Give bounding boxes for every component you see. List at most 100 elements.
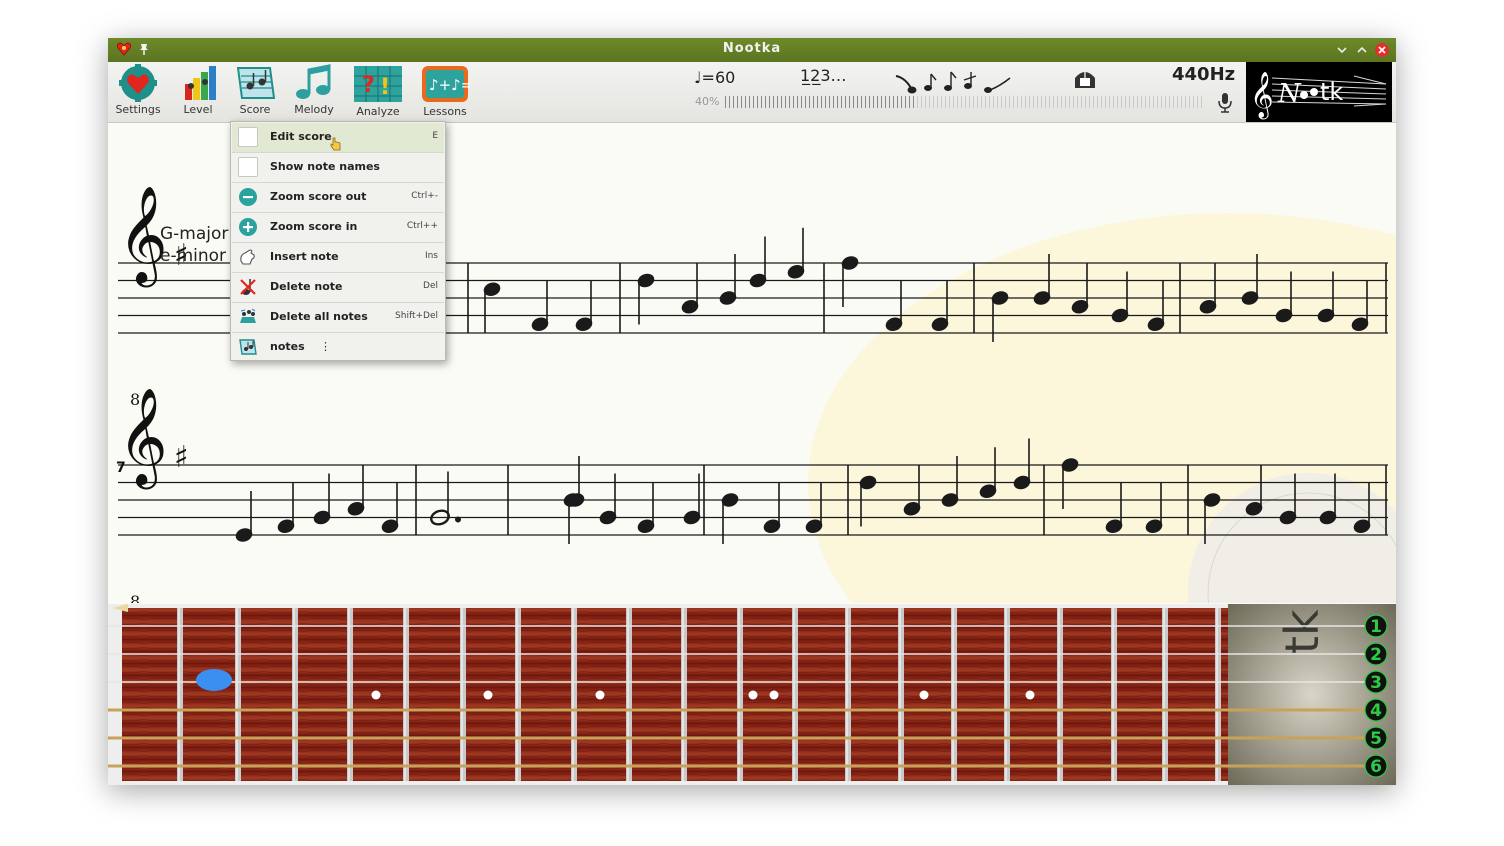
string-number: 2 <box>1370 645 1382 665</box>
count-in-display[interactable]: 1̲2̲3… <box>800 66 847 85</box>
fret-wire <box>792 608 798 781</box>
lessons-icon: ♪+♪= <box>422 66 470 102</box>
menu-item-zoom-out[interactable]: Zoom score out Ctrl+- <box>232 183 444 213</box>
svg-text:tk: tk <box>1320 78 1343 106</box>
fret-wire <box>235 608 241 781</box>
microphone-icon[interactable] <box>1216 92 1234 114</box>
string-number: 5 <box>1370 729 1382 749</box>
lessons-button[interactable]: ♪+♪= Lessons <box>415 64 475 120</box>
key-sharp-2: ♯ <box>174 440 189 475</box>
score-label: Score <box>239 103 271 116</box>
volume-fill <box>725 96 917 108</box>
fretboard-wood <box>122 608 1232 781</box>
fret-wire <box>845 608 851 781</box>
fret-wire <box>951 608 957 781</box>
fret-wire <box>347 608 353 781</box>
settings-heart-gear-icon <box>119 64 157 102</box>
menu-label-edit-score: Edit score <box>270 130 332 143</box>
menu-item-notes[interactable]: notes ⋮ <box>232 333 444 362</box>
menu-shortcut-zoom-in: Ctrl++ <box>406 221 438 231</box>
fret-inlay <box>769 690 779 700</box>
clef-octave-2: 8 <box>130 592 140 603</box>
dot <box>455 516 461 523</box>
maximize-icon[interactable] <box>1354 42 1370 58</box>
fret-inlay <box>919 690 929 700</box>
hand-cursor-icon <box>330 137 341 151</box>
menu-item-insert-note[interactable]: Insert note Ins <box>232 243 444 273</box>
menu-item-delete-all-notes[interactable]: Delete all notes Shift+Del <box>232 303 444 333</box>
menu-label-delete-note: Delete note <box>270 280 343 293</box>
key-major-label: G-major <box>160 224 228 244</box>
analyze-button[interactable]: ? ! Analyze <box>348 64 408 120</box>
selected-note-marker <box>196 669 232 691</box>
pitch-display[interactable]: 440Hz <box>1172 64 1235 85</box>
nootka-logo: 𝄞 N tk <box>1246 62 1392 122</box>
melody-button[interactable]: Melody <box>284 64 344 120</box>
insert-note-icon <box>240 249 255 265</box>
score-icon <box>236 67 276 99</box>
close-icon[interactable] <box>1374 42 1390 58</box>
zoom-out-icon <box>239 188 257 206</box>
menu-label-notes: notes <box>270 340 305 353</box>
menu-shortcut-edit-score: E <box>432 131 438 141</box>
string-number: 4 <box>1370 701 1382 721</box>
show-note-names-checkbox[interactable] <box>238 157 258 177</box>
menu-shortcut-insert-note: Ins <box>424 251 438 261</box>
score-button[interactable]: Score <box>225 64 285 120</box>
menu-item-zoom-in[interactable]: Zoom score in Ctrl++ <box>232 213 444 243</box>
fret-inlay <box>371 690 381 700</box>
menu-label-delete-all-notes: Delete all notes <box>270 310 368 323</box>
fret-wire <box>460 608 466 781</box>
fret-wire <box>177 608 183 781</box>
settings-label: Settings <box>115 103 161 116</box>
fret-wire <box>403 608 409 781</box>
level-bars-icon <box>185 66 216 100</box>
volume-label: 40% <box>695 95 720 108</box>
guitar-fretboard[interactable]: tk 1 2 3 4 5 6 <box>108 604 1396 785</box>
notes-icon <box>239 339 257 355</box>
minimize-icon[interactable] <box>1334 42 1350 58</box>
rhythm-notes-icon[interactable] <box>892 66 1016 96</box>
settings-button[interactable]: Settings <box>108 64 168 120</box>
string-number: 3 <box>1370 673 1382 693</box>
fret-wire <box>1111 608 1117 781</box>
app-window: Nootka Settings Level Score Melody ? ! A… <box>108 38 1396 785</box>
svg-text:!: ! <box>380 75 390 100</box>
lessons-label: Lessons <box>423 105 467 118</box>
melody-label: Melody <box>294 103 334 116</box>
window-title: Nootka <box>722 41 782 56</box>
title-bar: Nootka <box>108 38 1396 62</box>
key-minor-label: e-minor <box>160 246 226 266</box>
menu-item-edit-score[interactable]: Edit score E <box>232 123 444 153</box>
measure-number: 7 <box>116 460 126 476</box>
fret-inlay <box>1025 690 1035 700</box>
menu-item-show-note-names[interactable]: Show note names <box>232 153 444 183</box>
fret-wire <box>1215 608 1221 781</box>
menu-label-zoom-in: Zoom score in <box>270 220 358 233</box>
melody-notes-icon <box>296 64 331 99</box>
volume-slider[interactable] <box>725 96 1205 108</box>
zoom-in-icon <box>239 218 257 236</box>
menu-label-show-note-names: Show note names <box>270 160 380 173</box>
edit-score-checkbox[interactable] <box>238 127 258 147</box>
analyze-chart-icon: ? ! <box>354 66 402 102</box>
fret-inlay <box>748 690 758 700</box>
fret-wire <box>626 608 632 781</box>
fret-inlay <box>595 690 605 700</box>
fret-wire <box>737 608 743 781</box>
metronome-icon[interactable] <box>1072 68 1098 90</box>
fret-wire <box>681 608 687 781</box>
level-label: Level <box>183 103 213 116</box>
menu-item-delete-note[interactable]: Delete note Del <box>232 273 444 303</box>
svg-text:N: N <box>1277 79 1302 109</box>
analyze-label: Analyze <box>356 105 400 118</box>
tempo-display[interactable]: ♩=60 <box>694 68 735 87</box>
fret-wire <box>515 608 521 781</box>
menu-shortcut-zoom-out: Ctrl+- <box>411 191 438 201</box>
menu-more-icon[interactable]: ⋮ <box>320 340 331 353</box>
level-button[interactable]: Level <box>168 64 228 120</box>
string-number: 6 <box>1370 757 1382 777</box>
svg-text:?: ? <box>362 73 375 98</box>
menu-label-insert-note: Insert note <box>270 250 339 263</box>
fret-wire <box>292 608 298 781</box>
